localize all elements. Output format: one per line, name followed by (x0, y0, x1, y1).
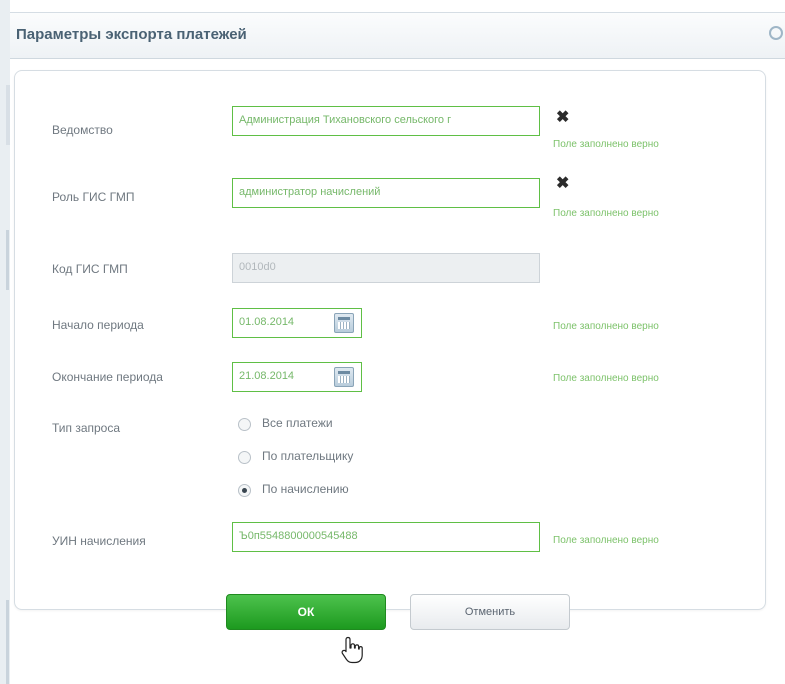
department-field[interactable]: Администрация Тихановского сельского г (232, 106, 540, 136)
dialog-title: Параметры экспорта платежей (16, 26, 247, 43)
calendar-icon[interactable] (334, 313, 354, 333)
uin-status: Поле заполнено верно (553, 535, 659, 546)
radio-by-payer-label: По плательщику (262, 449, 354, 463)
close-icon[interactable] (769, 26, 783, 40)
radio-by-payer[interactable] (238, 451, 251, 464)
department-label: Ведомство (52, 123, 113, 137)
role-status: Поле заполнено верно (553, 208, 659, 219)
period-end-label: Окончание периода (52, 370, 163, 384)
clear-x-icon[interactable]: ✖ (556, 176, 569, 192)
uin-label: УИН начисления (52, 534, 146, 548)
radio-by-charge-label: По начислению (262, 482, 349, 496)
period-end-status: Поле заполнено верно (553, 373, 659, 384)
radio-all-payments-label: Все платежи (262, 416, 333, 430)
background-mark (6, 230, 9, 290)
background-mark (6, 600, 9, 684)
period-start-status: Поле заполнено верно (553, 321, 659, 332)
cancel-button[interactable]: Отменить (410, 594, 570, 630)
role-field[interactable]: администратор начислений (232, 178, 540, 208)
code-field: 0010d0 (232, 253, 540, 283)
clear-x-icon[interactable]: ✖ (556, 110, 569, 126)
calendar-icon[interactable] (334, 367, 354, 387)
uin-field[interactable]: Ъ0п5548800000545488 (232, 522, 540, 552)
role-label: Роль ГИС ГМП (52, 190, 135, 204)
radio-all-payments[interactable] (238, 418, 251, 431)
department-status: Поле заполнено верно (553, 139, 659, 150)
hand-pointer-icon (341, 636, 363, 664)
period-start-label: Начало периода (52, 318, 144, 332)
request-type-label: Тип запроса (52, 421, 121, 435)
code-label: Код ГИС ГМП (52, 262, 128, 276)
period-end-value: 21.08.2014 (239, 370, 295, 382)
ok-button[interactable]: ОК (226, 594, 386, 630)
dialog-titlebar: Параметры экспорта платежей (10, 12, 785, 59)
radio-by-charge[interactable] (238, 484, 251, 497)
period-start-value: 01.08.2014 (239, 316, 295, 328)
